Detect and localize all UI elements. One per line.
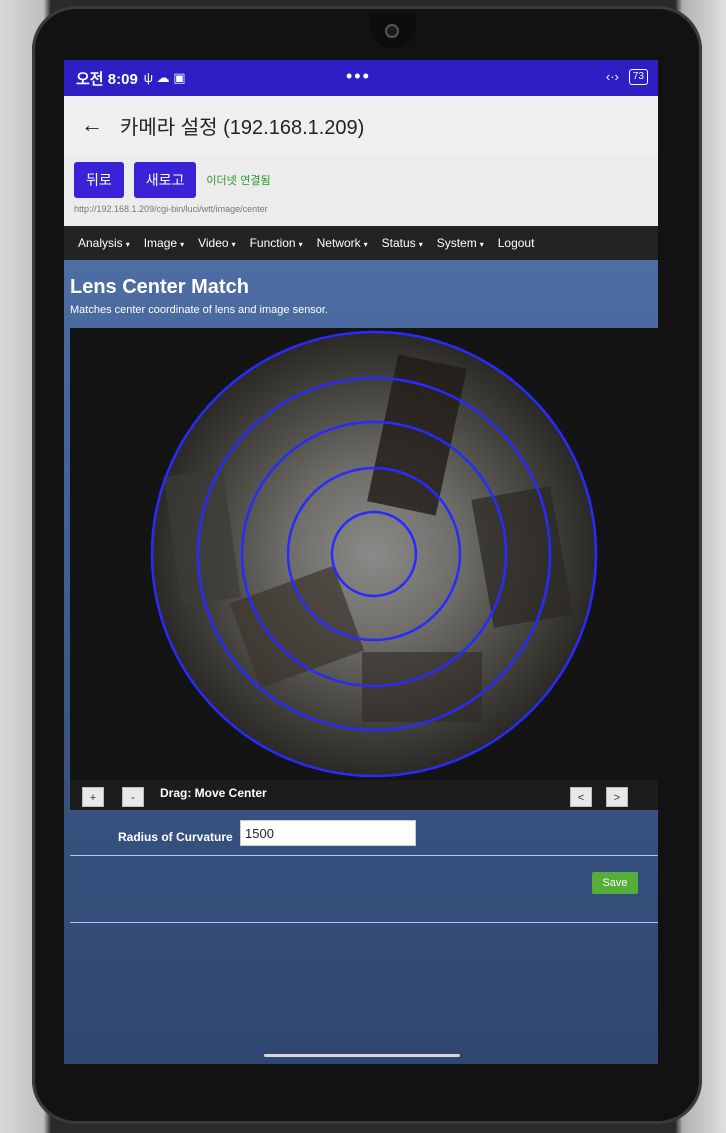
nav-label: System xyxy=(436,236,477,250)
ring-outer xyxy=(150,330,598,778)
nav-status[interactable]: Status ▾ xyxy=(382,236,423,250)
caret-down-icon: ▾ xyxy=(125,240,130,249)
nav-label: Image xyxy=(143,236,178,250)
nav-logout[interactable]: Logout xyxy=(498,236,535,250)
caret-down-icon: ▾ xyxy=(231,240,236,249)
refresh-button[interactable]: 새로고 xyxy=(133,162,197,198)
caret-down-icon: ▾ xyxy=(418,240,423,249)
nav-image[interactable]: Image ▾ xyxy=(144,236,184,250)
caret-down-icon: ▾ xyxy=(298,240,303,249)
nav-label: Analysis xyxy=(78,236,123,250)
main-nav: Analysis ▾ Image ▾ Video ▾ Function ▾ Networ… xyxy=(64,226,658,260)
link-icon: ‹·› xyxy=(605,69,619,84)
connection-status: 이더넷 연결됨 xyxy=(206,174,271,187)
nav-label: Network xyxy=(316,236,361,250)
app-bar: ← 카메라 설정 (192.168.1.209) xyxy=(64,96,658,154)
status-time: 오전 8:09 xyxy=(76,70,138,88)
radius-label: Radius of Curvature xyxy=(118,830,233,844)
viewer-controls: + - Drag: Move Center < > xyxy=(70,780,658,810)
divider xyxy=(70,855,658,856)
caret-down-icon: ▾ xyxy=(363,240,368,249)
camera-notch xyxy=(370,14,416,48)
nav-video[interactable]: Video ▾ xyxy=(198,236,236,250)
nav-label: Function xyxy=(249,236,296,250)
center-rings-overlay[interactable] xyxy=(70,328,658,780)
page-content: Lens Center Match Matches center coordin… xyxy=(64,260,658,1064)
ring-inner xyxy=(330,510,418,598)
nav-function[interactable]: Function ▾ xyxy=(250,236,303,250)
radius-row: Radius of Curvature 1500 xyxy=(70,818,658,852)
page-subtitle: Matches center coordinate of lens and im… xyxy=(70,304,329,316)
save-button[interactable]: Save xyxy=(592,872,638,894)
lens-center-viewer[interactable] xyxy=(70,328,658,780)
back-arrow-icon[interactable]: ← xyxy=(64,112,120,138)
ring-4 xyxy=(196,376,552,732)
nav-network[interactable]: Network ▾ xyxy=(317,236,368,250)
nav-analysis[interactable]: Analysis ▾ xyxy=(78,236,130,250)
back-button[interactable]: 뒤로 xyxy=(74,162,124,198)
current-url: http://192.168.1.209/cgi-bin/luci/wtt/im… xyxy=(74,204,268,214)
app-title: 카메라 설정 (192.168.1.209) xyxy=(120,116,365,139)
status-bar: 오전 8:09 ψ ☁ ▣ ••• ‹·› 73 xyxy=(64,60,658,96)
drag-hint: Drag: Move Center xyxy=(160,786,267,800)
page-title: Lens Center Match xyxy=(70,276,249,298)
divider xyxy=(70,922,658,923)
more-dots-icon: ••• xyxy=(346,66,371,86)
battery-icon: 73 xyxy=(628,69,648,85)
device-screen: 오전 8:09 ψ ☁ ▣ ••• ‹·› 73 ← 카메라 설정 (192.1… xyxy=(64,60,658,1064)
radius-input[interactable]: 1500 xyxy=(240,820,416,846)
nav-system[interactable]: System ▾ xyxy=(437,236,484,250)
caret-down-icon: ▾ xyxy=(479,240,484,249)
nav-label: Video xyxy=(198,236,229,250)
zoom-out-button[interactable]: - xyxy=(122,787,144,807)
zoom-in-button[interactable]: + xyxy=(82,787,104,807)
camera-icon xyxy=(385,24,399,38)
ring-2 xyxy=(286,466,462,642)
next-button[interactable]: > xyxy=(606,787,628,807)
caret-down-icon: ▾ xyxy=(180,240,185,249)
nav-label: Status xyxy=(381,236,416,250)
toolbar: 뒤로 새로고 이더넷 연결됨 http://192.168.1.209/cgi-… xyxy=(64,154,658,226)
ring-3 xyxy=(240,420,508,688)
prev-button[interactable]: < xyxy=(570,787,592,807)
notification-icons: ψ ☁ ▣ xyxy=(143,70,186,85)
home-indicator[interactable] xyxy=(264,1054,460,1057)
